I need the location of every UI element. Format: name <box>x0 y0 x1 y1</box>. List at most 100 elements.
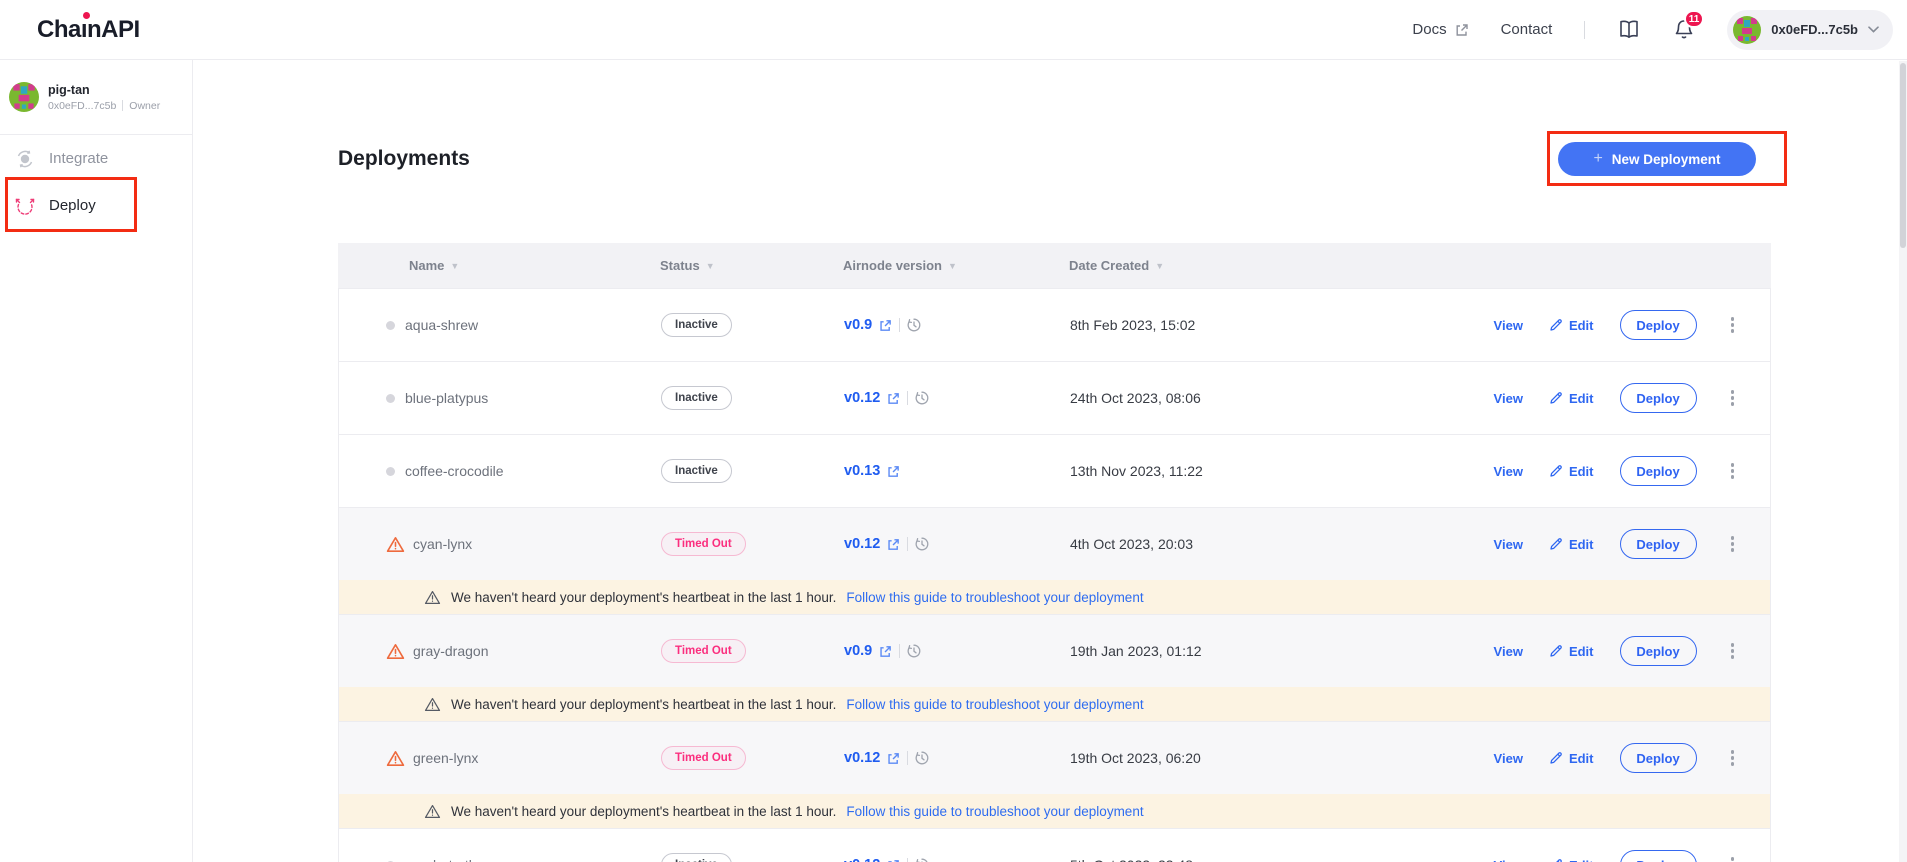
deploy-button[interactable]: Deploy <box>1620 310 1697 340</box>
sort-icon[interactable]: ▼ <box>948 261 957 271</box>
history-clock-icon[interactable] <box>915 537 929 551</box>
edit-button[interactable]: Edit <box>1549 858 1594 862</box>
header-divider <box>1584 21 1585 39</box>
docs-book-button[interactable] <box>1617 19 1641 41</box>
docs-label: Docs <box>1412 21 1446 38</box>
view-button[interactable]: View <box>1494 537 1523 552</box>
view-button[interactable]: View <box>1494 464 1523 479</box>
status-dot <box>386 467 395 476</box>
deploy-button[interactable]: Deploy <box>1620 850 1697 862</box>
status-cell: Inactive <box>661 313 844 337</box>
external-link-icon[interactable] <box>879 319 892 332</box>
version-cell: v0.12 <box>844 390 1070 406</box>
warning-triangle-icon <box>424 590 441 605</box>
row-menu-button[interactable] <box>1725 853 1741 862</box>
version-link[interactable]: v0.9 <box>844 643 872 659</box>
row-menu-button[interactable] <box>1725 459 1741 483</box>
external-link-icon[interactable] <box>887 859 900 862</box>
troubleshoot-guide-link[interactable]: Follow this guide to troubleshoot your d… <box>846 804 1143 819</box>
row-menu-button[interactable] <box>1725 746 1741 770</box>
view-button[interactable]: View <box>1494 391 1523 406</box>
deploy-button[interactable]: Deploy <box>1620 383 1697 413</box>
view-button[interactable]: View <box>1494 644 1523 659</box>
deployment-name: blue-platypus <box>405 390 488 406</box>
row-menu-button[interactable] <box>1725 313 1741 337</box>
row-menu-button[interactable] <box>1725 386 1741 410</box>
view-button[interactable]: View <box>1494 318 1523 333</box>
pencil-icon <box>1549 858 1563 862</box>
edit-button[interactable]: Edit <box>1549 391 1594 406</box>
date-created-cell: 19th Jan 2023, 01:12 <box>1070 643 1250 659</box>
edit-button[interactable]: Edit <box>1549 751 1594 766</box>
external-link-icon[interactable] <box>887 465 900 478</box>
sidebar-item-integrate[interactable]: Integrate <box>0 135 192 182</box>
external-link-icon[interactable] <box>887 538 900 551</box>
history-clock-icon[interactable] <box>915 751 929 765</box>
column-header-date: Date Created▼ <box>1069 258 1251 273</box>
external-link-icon[interactable] <box>879 645 892 658</box>
warning-text: We haven't heard your deployment's heart… <box>451 804 836 819</box>
table-row: aqua-shrew Inactive v0.9 <box>339 288 1770 361</box>
table-header-row: Name▼ Status▼ Airnode version▼ Date Crea… <box>338 243 1771 288</box>
edit-button[interactable]: Edit <box>1549 318 1594 333</box>
warning-icon <box>386 750 405 767</box>
row-menu-button[interactable] <box>1725 532 1741 556</box>
history-clock-icon[interactable] <box>915 391 929 405</box>
history-clock-icon[interactable] <box>907 318 921 332</box>
sort-icon[interactable]: ▼ <box>450 261 459 271</box>
troubleshoot-guide-link[interactable]: Follow this guide to troubleshoot your d… <box>846 590 1143 605</box>
page-scrollbar[interactable] <box>1899 61 1907 862</box>
scrollbar-thumb[interactable] <box>1900 63 1906 248</box>
date-created-cell: 24th Oct 2023, 08:06 <box>1070 390 1250 406</box>
edit-button[interactable]: Edit <box>1549 644 1594 659</box>
view-button[interactable]: View <box>1494 751 1523 766</box>
edit-button[interactable]: Edit <box>1549 464 1594 479</box>
history-clock-icon[interactable] <box>915 858 929 862</box>
view-button[interactable]: View <box>1494 858 1523 862</box>
version-divider <box>907 858 908 862</box>
status-dot <box>386 321 395 330</box>
notifications-button[interactable]: 11 <box>1673 18 1695 41</box>
status-badge: Inactive <box>661 313 732 337</box>
version-link[interactable]: v0.12 <box>844 750 880 766</box>
version-link[interactable]: v0.13 <box>844 463 880 479</box>
deployment-name-cell: green-lynx <box>386 750 661 767</box>
version-link[interactable]: v0.12 <box>844 536 880 552</box>
external-link-icon[interactable] <box>887 752 900 765</box>
status-badge: Inactive <box>661 853 732 862</box>
integrate-icon <box>14 148 36 170</box>
deploy-button[interactable]: Deploy <box>1620 743 1697 773</box>
row-menu-button[interactable] <box>1725 639 1741 663</box>
sidebar-item-deploy[interactable]: Deploy <box>0 182 192 229</box>
version-link[interactable]: v0.12 <box>844 390 880 406</box>
workspace-user-block[interactable]: pig-tan 0x0eFD...7c5b Owner <box>0 60 192 135</box>
version-link[interactable]: v0.9 <box>844 317 872 333</box>
main-content: Deployments + New Deployment Name▼ Statu… <box>193 60 1907 862</box>
version-link[interactable]: v0.12 <box>844 857 880 862</box>
external-link-icon[interactable] <box>887 392 900 405</box>
history-clock-icon[interactable] <box>907 644 921 658</box>
sort-icon[interactable]: ▼ <box>706 261 715 271</box>
deploy-button[interactable]: Deploy <box>1620 456 1697 486</box>
notification-badge: 11 <box>1684 10 1705 28</box>
docs-link[interactable]: Docs <box>1412 21 1468 38</box>
deployment-name: purple-turtle <box>405 857 480 862</box>
edit-button[interactable]: Edit <box>1549 537 1594 552</box>
version-divider <box>899 318 900 332</box>
sort-icon[interactable]: ▼ <box>1155 261 1164 271</box>
status-cell: Inactive <box>661 853 844 862</box>
troubleshoot-guide-link[interactable]: Follow this guide to troubleshoot your d… <box>846 697 1143 712</box>
top-header: ChaınAPI Docs Contact <box>0 0 1907 60</box>
table-row: green-lynx Timed Out v0.12 <box>339 721 1770 794</box>
book-icon <box>1617 19 1641 41</box>
new-deployment-button[interactable]: + New Deployment <box>1558 142 1756 176</box>
contact-link[interactable]: Contact <box>1501 21 1553 38</box>
deploy-button[interactable]: Deploy <box>1620 529 1697 559</box>
deploy-button[interactable]: Deploy <box>1620 636 1697 666</box>
column-header-version: Airnode version▼ <box>843 258 1069 273</box>
user-avatar <box>9 82 39 112</box>
column-header-name: Name▼ <box>385 258 660 273</box>
deployment-name-cell: aqua-shrew <box>386 317 661 333</box>
date-created-cell: 8th Feb 2023, 15:02 <box>1070 317 1250 333</box>
account-menu[interactable]: 0x0eFD...7c5b <box>1727 10 1893 50</box>
